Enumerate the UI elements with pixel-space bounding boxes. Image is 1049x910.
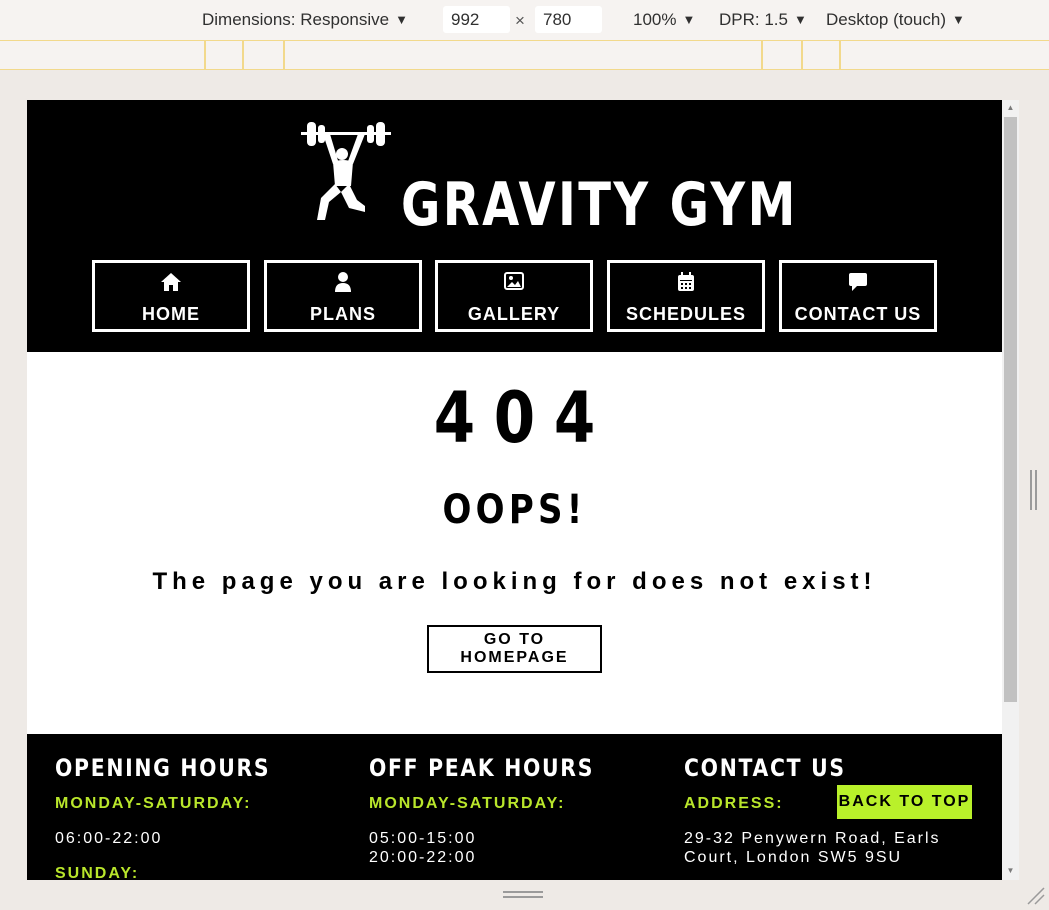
logo[interactable]: GRAVITY GYM bbox=[299, 120, 795, 240]
opening-sunday-label: SUNDAY: bbox=[55, 865, 140, 880]
brand-name: GRAVITY GYM bbox=[401, 170, 798, 240]
nav-label: GALLERY bbox=[467, 304, 561, 324]
back-to-top-button[interactable]: BACK TO TOP bbox=[837, 785, 972, 819]
address-label: ADDRESS: bbox=[684, 795, 784, 812]
ruler-mark bbox=[801, 41, 803, 70]
ruler-mark bbox=[839, 41, 841, 70]
device-mode-dropdown[interactable]: Desktop (touch) ▼ bbox=[826, 10, 965, 30]
off-peak-hours-1: 05:00-15:00 bbox=[369, 830, 477, 847]
nav-label: PLANS bbox=[309, 304, 376, 324]
chevron-down-icon: ▼ bbox=[952, 12, 965, 27]
image-icon bbox=[504, 272, 524, 290]
width-input[interactable]: 992 bbox=[443, 6, 510, 33]
address-line-2: Court, London SW5 9SU bbox=[684, 849, 903, 866]
go-to-homepage-button[interactable]: GO TO HOMEPAGE bbox=[427, 625, 602, 673]
ruler-mark bbox=[242, 41, 244, 70]
chevron-down-icon: ▼ bbox=[793, 12, 807, 27]
media-query-ruler[interactable] bbox=[0, 40, 1049, 70]
opening-weekday-label: MONDAY-SATURDAY: bbox=[55, 795, 252, 812]
nav-item-home[interactable]: HOME bbox=[92, 260, 250, 332]
nav-item-contact-us[interactable]: CONTACT US bbox=[779, 260, 937, 332]
opening-weekday-hours: 06:00-22:00 bbox=[55, 830, 163, 847]
nav-label: HOME bbox=[142, 304, 200, 324]
height-input[interactable]: 780 bbox=[535, 6, 602, 33]
weightlifter-icon bbox=[301, 122, 391, 220]
error-section: 404 OOPS! The page you are looking for d… bbox=[27, 352, 1002, 734]
zoom-label: 100% bbox=[633, 10, 677, 29]
contact-heading: CONTACT US bbox=[684, 754, 846, 782]
emulated-viewport: GRAVITY GYM HOME PLANS GALLERY SCHEDULES… bbox=[27, 100, 1002, 880]
chat-icon bbox=[849, 273, 867, 291]
off-peak-heading: OFF PEAK HOURS bbox=[369, 754, 595, 782]
resize-handle-right[interactable] bbox=[1030, 470, 1038, 510]
chevron-down-icon: ▼ bbox=[395, 12, 408, 27]
ruler-mark bbox=[761, 41, 763, 70]
dimensions-dropdown[interactable]: Dimensions: Responsive ▼ bbox=[202, 10, 408, 30]
error-message: The page you are looking for does not ex… bbox=[152, 568, 877, 595]
scroll-up-icon[interactable]: ▲ bbox=[1004, 103, 1017, 112]
error-code: 404 bbox=[433, 377, 615, 459]
scrollbar-thumb[interactable] bbox=[1004, 117, 1017, 702]
nav-item-gallery[interactable]: GALLERY bbox=[435, 260, 593, 332]
resize-corner-icon[interactable] bbox=[1024, 884, 1046, 906]
devtools-toolbar: Dimensions: Responsive ▼ 992 × 780 100% ▼ … bbox=[0, 0, 1049, 40]
user-icon bbox=[335, 272, 351, 292]
ruler-mark bbox=[283, 41, 285, 70]
ruler-mark bbox=[204, 41, 206, 70]
zoom-dropdown[interactable]: 100% ▼ bbox=[633, 10, 695, 30]
calendar-icon bbox=[678, 272, 694, 291]
home-icon bbox=[161, 273, 181, 291]
site-footer: OPENING HOURS MONDAY-SATURDAY: 06:00-22:… bbox=[27, 734, 1002, 880]
times-icon: × bbox=[515, 11, 525, 30]
chevron-down-icon: ▼ bbox=[682, 12, 696, 27]
off-peak-hours-2: 20:00-22:00 bbox=[369, 849, 477, 866]
scroll-down-icon[interactable]: ▼ bbox=[1004, 866, 1017, 875]
error-title: OOPS! bbox=[442, 487, 587, 533]
opening-hours-heading: OPENING HOURS bbox=[55, 754, 271, 782]
device-mode-label: Desktop (touch) bbox=[826, 10, 946, 29]
off-peak-weekday-label: MONDAY-SATURDAY: bbox=[369, 795, 566, 812]
site-header: GRAVITY GYM HOME PLANS GALLERY SCHEDULES… bbox=[27, 100, 1002, 352]
nav-label: CONTACT US bbox=[794, 304, 922, 324]
address-line-1: 29-32 Penywern Road, Earls bbox=[684, 830, 941, 847]
nav-label: SCHEDULES bbox=[625, 304, 746, 324]
nav-item-schedules[interactable]: SCHEDULES bbox=[607, 260, 765, 332]
nav-item-plans[interactable]: PLANS bbox=[264, 260, 422, 332]
resize-handle-bottom[interactable] bbox=[503, 891, 543, 901]
dpr-label: DPR: 1.5 bbox=[719, 10, 788, 29]
dimensions-label: Dimensions: Responsive bbox=[202, 10, 390, 29]
dpr-dropdown[interactable]: DPR: 1.5 ▼ bbox=[719, 10, 807, 30]
